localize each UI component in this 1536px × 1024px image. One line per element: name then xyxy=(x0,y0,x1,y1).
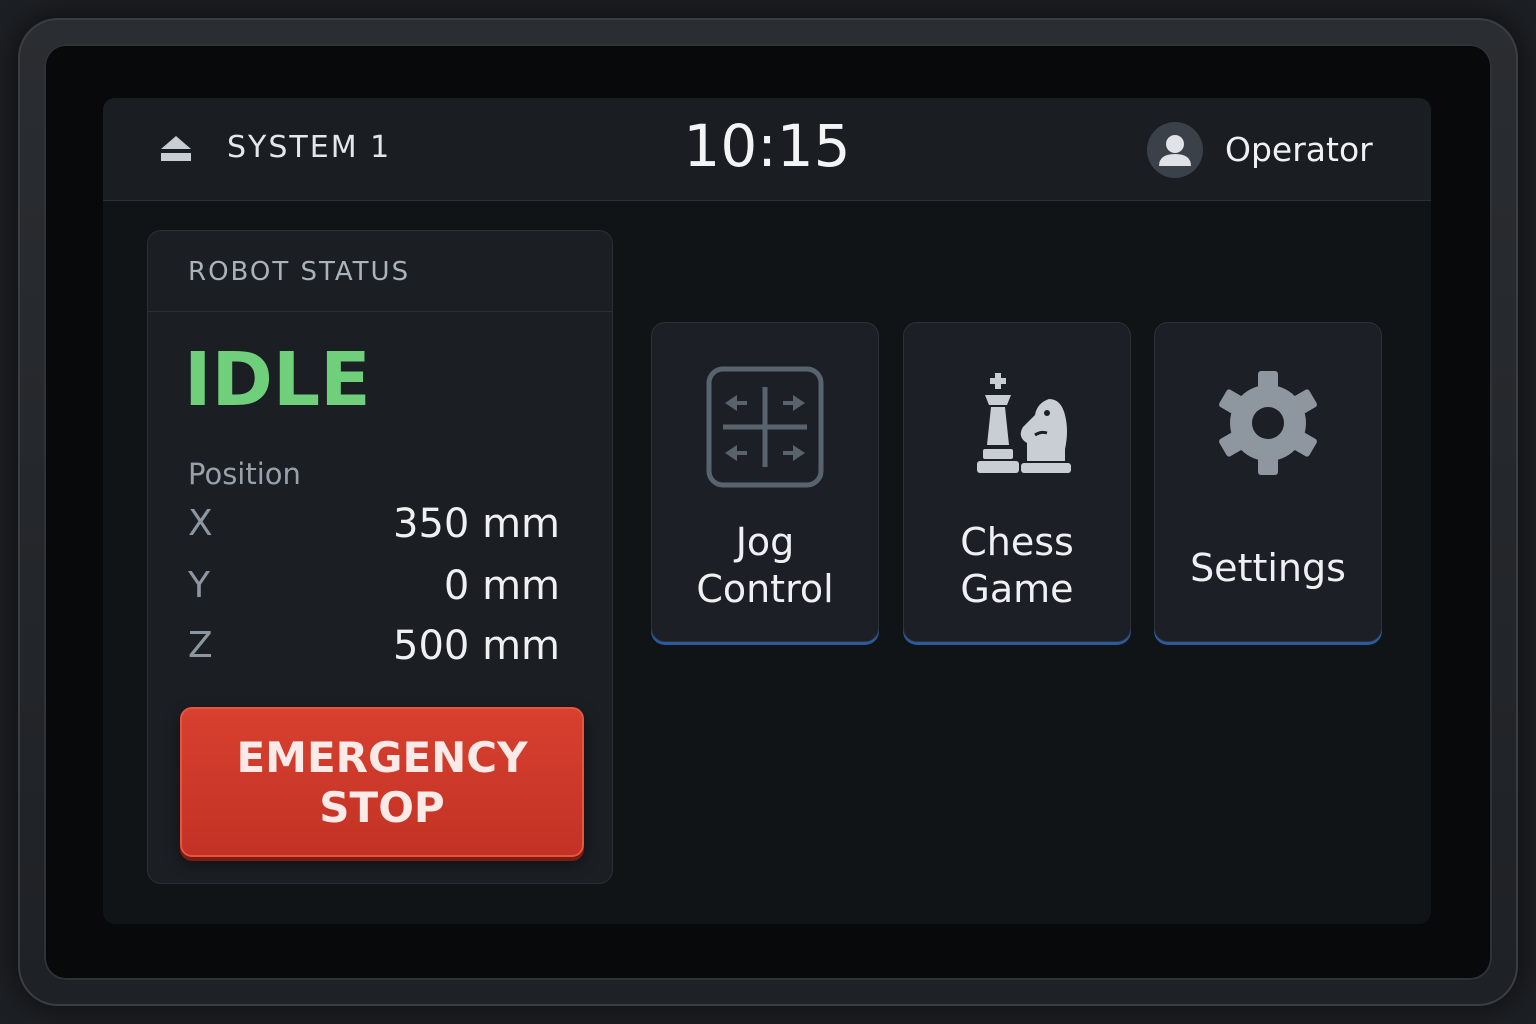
emergency-stop-button[interactable]: EMERGENCY STOP xyxy=(180,707,584,857)
robot-state: IDLE xyxy=(184,337,371,423)
tile-chess-game[interactable]: Chess Game xyxy=(903,322,1131,642)
axis-value: 350 mm xyxy=(393,501,560,547)
clock-time: 10:15 xyxy=(683,112,851,180)
axis-row-z: Z 500 mm xyxy=(188,623,560,673)
axis-name: Y xyxy=(188,565,210,606)
tile-jog-control[interactable]: Jog Control xyxy=(651,322,879,642)
axis-name: Z xyxy=(188,625,213,666)
gear-icon xyxy=(1219,371,1317,475)
axis-value: 500 mm xyxy=(393,623,560,669)
axis-value: 0 mm xyxy=(443,563,560,609)
top-bar: SYSTEM 1 10:15 Operator xyxy=(103,98,1431,201)
tile-label: Settings xyxy=(1190,546,1346,590)
user-name[interactable]: Operator xyxy=(1225,130,1373,169)
eject-icon[interactable] xyxy=(159,134,193,164)
tile-label: Jog Control xyxy=(696,520,834,611)
position-label: Position xyxy=(188,457,301,491)
jog-arrows-icon xyxy=(706,366,824,488)
robot-status-panel: ROBOT STATUS IDLE Position X 350 mm Y 0 … xyxy=(147,230,613,884)
axis-row-y: Y 0 mm xyxy=(188,563,560,613)
tile-settings[interactable]: Settings xyxy=(1154,322,1382,642)
status-panel-title: ROBOT STATUS xyxy=(188,257,411,287)
user-avatar-icon[interactable] xyxy=(1147,122,1203,178)
system-name: SYSTEM 1 xyxy=(227,130,392,165)
chess-pieces-icon xyxy=(977,373,1071,473)
axis-name: X xyxy=(188,503,213,544)
emergency-stop-label: EMERGENCY STOP xyxy=(236,733,528,832)
axis-row-x: X 350 mm xyxy=(188,501,560,551)
status-panel-header: ROBOT STATUS xyxy=(148,231,612,312)
tile-label: Chess Game xyxy=(960,520,1074,611)
hmi-screen: SYSTEM 1 10:15 Operator ROBOT STATUS IDL… xyxy=(103,98,1431,924)
